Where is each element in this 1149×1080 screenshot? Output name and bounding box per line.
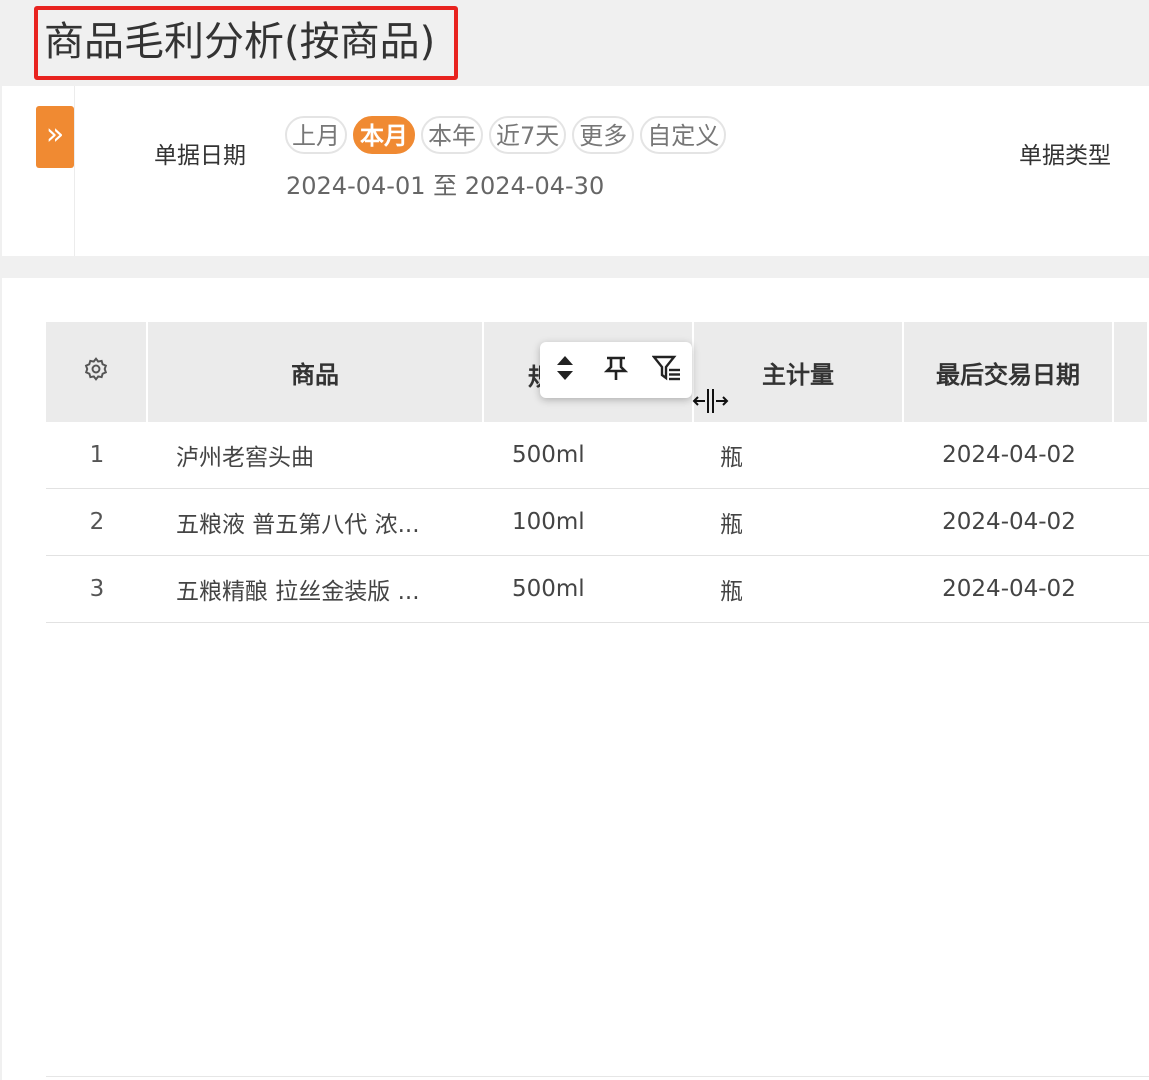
filter-icon xyxy=(651,354,682,386)
cell-last-trade-date: 2024-04-02 xyxy=(942,442,1076,468)
range-chip-this-year[interactable]: 本年 xyxy=(421,116,483,154)
range-chip-last-7-days[interactable]: 近7天 xyxy=(489,116,567,154)
cell-product: 五粮液 普五第八代 浓... xyxy=(176,512,420,538)
row-index: 2 xyxy=(89,509,105,535)
table-bottom-border xyxy=(46,1076,1149,1077)
cell-product: 五粮精酿 拉丝金装版 ... xyxy=(176,579,420,605)
filter-panel: » 单据日期 上月 本月 本年 近7天 更多 自定义 2024-04-01 至 … xyxy=(2,86,1149,256)
filter-column-button[interactable] xyxy=(649,352,685,388)
column-header-product[interactable]: 商品 xyxy=(148,322,484,422)
cell-last-trade-date: 2024-04-02 xyxy=(942,576,1076,602)
doc-type-filter-label: 单据类型 xyxy=(1019,143,1111,169)
section-gap xyxy=(0,256,1149,278)
table-panel: 商品 主计量 最后交易日期 1 泸州老窖头曲 500ml 瓶 2024-04-0… xyxy=(2,278,1149,1080)
quick-range-group: 上月 本月 本年 近7天 更多 自定义 xyxy=(285,116,727,154)
title-highlight-box xyxy=(34,6,458,80)
panel-divider xyxy=(74,86,75,256)
expand-filter-button[interactable]: » xyxy=(36,106,74,168)
table-row[interactable]: 3 五粮精酿 拉丝金装版 ... 500ml 瓶 2024-04-02 xyxy=(46,556,1149,623)
column-settings-button[interactable] xyxy=(46,322,148,422)
row-index: 3 xyxy=(89,576,105,602)
cell-spec: 500ml xyxy=(512,442,585,468)
title-bar: 商品毛利分析(按商品) xyxy=(0,0,1149,86)
double-chevron-right-icon: » xyxy=(45,117,65,152)
cell-unit: 瓶 xyxy=(720,445,743,471)
row-index: 1 xyxy=(89,442,105,468)
cell-spec: 100ml xyxy=(512,509,585,535)
column-resize-cursor-icon xyxy=(692,386,730,416)
pin-icon xyxy=(602,354,630,386)
cell-last-trade-date: 2024-04-02 xyxy=(942,509,1076,535)
cell-spec: 500ml xyxy=(512,576,585,602)
range-chip-custom[interactable]: 自定义 xyxy=(640,116,727,154)
column-header-last-trade-date[interactable]: 最后交易日期 xyxy=(904,322,1114,422)
column-header-overflow xyxy=(1114,322,1149,422)
sort-button[interactable] xyxy=(547,352,583,388)
table-row[interactable]: 1 泸州老窖头曲 500ml 瓶 2024-04-02 xyxy=(46,422,1149,489)
cell-unit: 瓶 xyxy=(720,579,743,605)
table-row[interactable]: 2 五粮液 普五第八代 浓... 100ml 瓶 2024-04-02 xyxy=(46,489,1149,556)
cell-product: 泸州老窖头曲 xyxy=(176,445,314,471)
range-chip-more[interactable]: 更多 xyxy=(572,116,635,154)
pin-column-button[interactable] xyxy=(598,352,634,388)
range-chip-last-month[interactable]: 上月 xyxy=(285,116,347,154)
date-range-value[interactable]: 2024-04-01 至 2024-04-30 xyxy=(286,166,604,201)
cell-unit: 瓶 xyxy=(720,512,743,538)
column-tools-popover xyxy=(540,342,692,398)
date-filter-label: 单据日期 xyxy=(154,143,246,169)
sort-icon xyxy=(554,353,576,387)
column-header-spec-label: 规 xyxy=(528,357,540,392)
gear-icon xyxy=(83,356,109,388)
range-chip-this-month[interactable]: 本月 xyxy=(353,116,415,154)
